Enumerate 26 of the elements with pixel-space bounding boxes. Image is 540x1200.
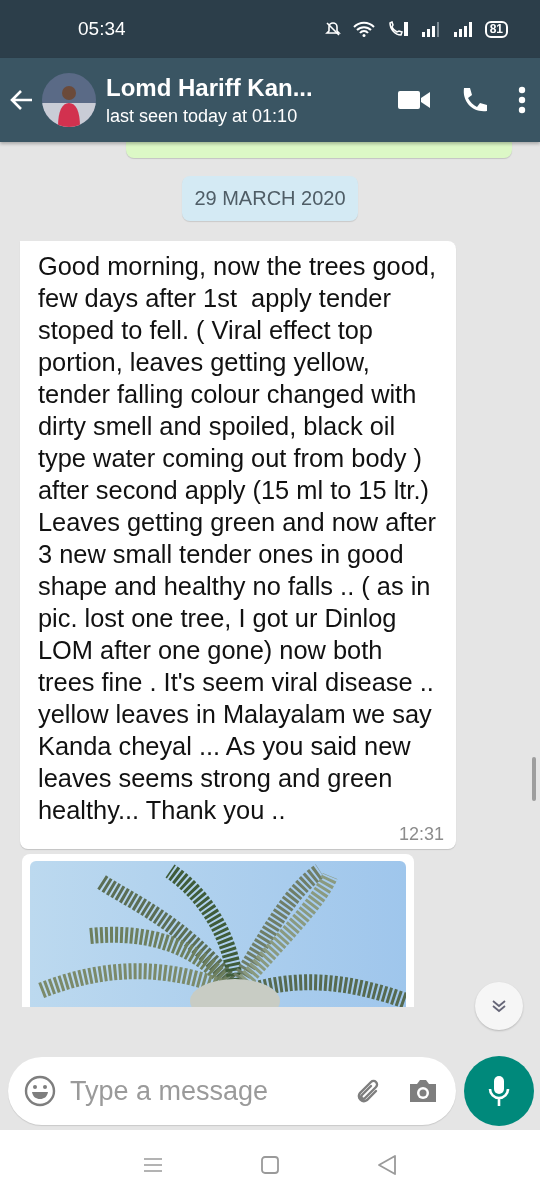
battery-level: 81 (484, 20, 508, 38)
contact-name[interactable]: Lomd Hariff Kan... (106, 73, 398, 102)
call-signal-icon (386, 21, 409, 37)
video-camera-icon[interactable] (398, 90, 430, 110)
wifi-icon (352, 21, 375, 37)
double-chevron-down-icon (491, 999, 507, 1013)
message-time: 12:31 (398, 824, 444, 845)
microphone-icon (488, 1075, 510, 1107)
emoji-icon[interactable] (24, 1075, 56, 1107)
date-chip: 29 MARCH 2020 (182, 176, 358, 221)
scrollbar[interactable] (532, 757, 536, 801)
signal-icon (452, 21, 473, 37)
more-options-icon[interactable] (518, 86, 526, 114)
signal-icon (420, 21, 441, 37)
camera-icon[interactable] (408, 1078, 438, 1104)
mute-bell-icon (324, 21, 341, 37)
scroll-down-button[interactable] (475, 982, 523, 1030)
message-text: Good morning, now the trees good, few days after 1st apply tender stoped to fell. ( Viral effect top portion, leaves getting yellow, tender falling colour changed with dirty smell and spoiled, black oil type water coming out from body ) after second apply (15 ml to 15 ltr.) Leaves getting green and now after 3 new small tender ones in good shape and healthy no falls .. ( as in pic. lost one tree, I got ur Dinlog LOM after one gone) now both trees fine . It's seem viral disease .. yellow leaves in Malayalam we say Kanda cheyal ... As you said new leaves seems strong and green healthy... Thank you .. (38, 251, 438, 826)
last-seen-status: last seen today at 01:10 (106, 105, 299, 127)
menu-icon[interactable] (143, 1157, 163, 1173)
clock: 05:34 (78, 18, 127, 40)
avatar[interactable] (42, 73, 96, 127)
back-arrow-icon[interactable] (10, 89, 34, 111)
home-square-icon[interactable] (261, 1156, 279, 1174)
message-composer[interactable]: Type a message (8, 1057, 456, 1125)
back-triangle-icon[interactable] (377, 1154, 397, 1176)
